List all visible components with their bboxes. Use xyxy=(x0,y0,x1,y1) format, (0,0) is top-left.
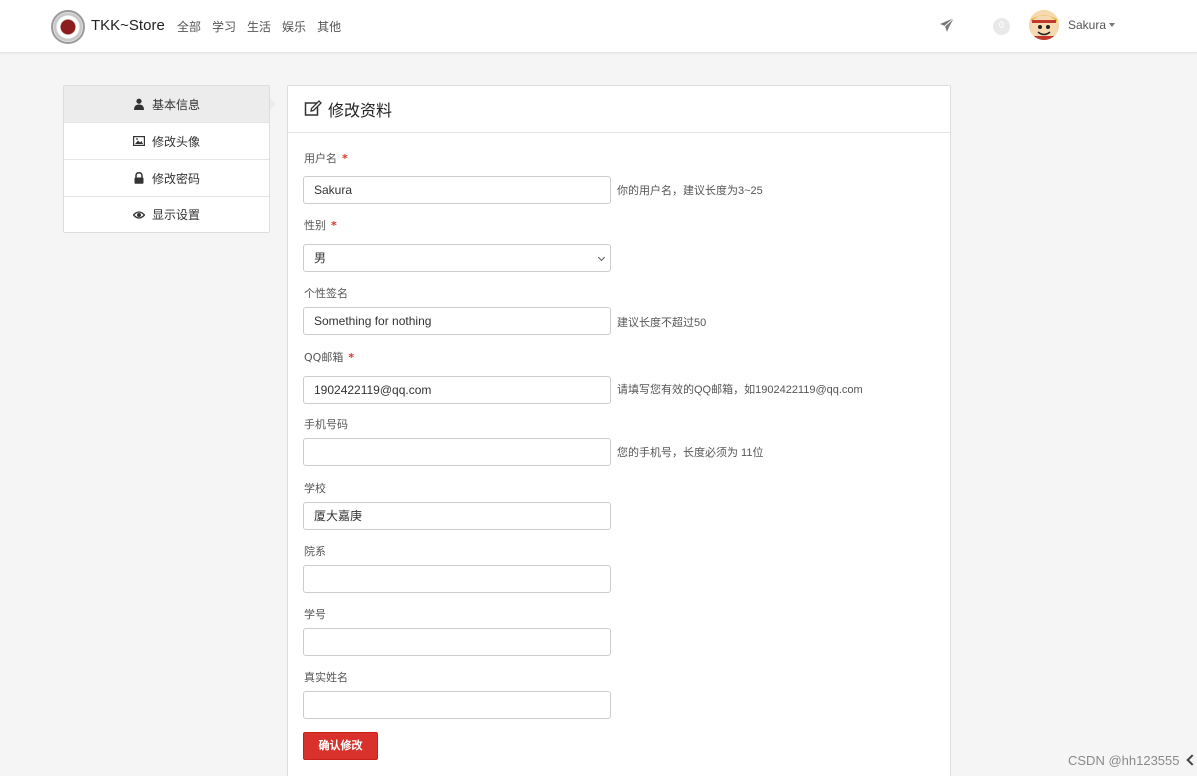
chevron-down-icon xyxy=(597,253,606,262)
notification-badge[interactable]: 0 xyxy=(993,18,1010,35)
qq-email-label-text: QQ邮箱 xyxy=(304,351,344,364)
school-label: 学校 xyxy=(304,482,326,495)
sidebar-item-label: 修改密码 xyxy=(151,171,200,186)
nav-link-other[interactable]: 其他 xyxy=(317,18,341,35)
username-menu[interactable]: Sakura xyxy=(1068,18,1106,32)
nav-link-entertainment[interactable]: 娱乐 xyxy=(282,18,306,35)
qq-email-label: QQ邮箱 * xyxy=(304,349,354,365)
nav-link-study[interactable]: 学习 xyxy=(212,18,236,35)
nav-link-life[interactable]: 生活 xyxy=(247,18,271,35)
username-label: 用户名 * xyxy=(304,150,348,166)
sidebar-item-avatar[interactable]: 修改头像 xyxy=(64,123,269,160)
paper-plane-icon[interactable] xyxy=(939,17,955,33)
user-avatar[interactable] xyxy=(1029,10,1059,40)
gender-label: 性别 * xyxy=(304,217,337,233)
top-navbar: TKK~Store 全部 学习 生活 娱乐 其他 0 Sakura xyxy=(0,0,1197,53)
username-input[interactable]: Sakura xyxy=(303,176,611,204)
edit-icon xyxy=(304,100,322,116)
settings-sidebar: 基本信息 修改头像 修改密码 显示设置 xyxy=(63,85,276,233)
department-label: 院系 xyxy=(304,545,326,558)
required-mark: * xyxy=(342,152,348,165)
panel-header: 修改资料 xyxy=(288,86,950,133)
phone-help: 您的手机号，长度必须为 11位 xyxy=(617,447,764,459)
lock-icon xyxy=(134,172,144,184)
qq-email-help: 请填写您有效的QQ邮箱，如1902422119@qq.com xyxy=(617,384,863,396)
username-help: 你的用户名，建议长度为3~25 xyxy=(617,185,763,197)
username-label-text: 用户名 xyxy=(304,152,337,165)
sidebar-item-basic-info[interactable]: 基本信息 xyxy=(64,86,276,123)
confirm-edit-button[interactable]: 确认修改 xyxy=(303,732,378,760)
real-name-label: 真实姓名 xyxy=(304,671,348,684)
signature-label: 个性签名 xyxy=(304,287,348,300)
school-input[interactable]: 厦大嘉庚 xyxy=(303,502,611,530)
nav-links: 全部 学习 生活 娱乐 其他 xyxy=(177,18,341,35)
chevron-down-icon[interactable] xyxy=(1109,23,1115,27)
gender-label-text: 性别 xyxy=(304,219,326,232)
signature-help: 建议长度不超过50 xyxy=(617,317,707,329)
qq-email-input[interactable]: 1902422119@qq.com xyxy=(303,376,611,404)
brand-name[interactable]: TKK~Store xyxy=(91,17,165,34)
sidebar-item-label: 基本信息 xyxy=(151,97,200,112)
chevron-left-icon[interactable] xyxy=(1186,754,1197,766)
page-title: 修改资料 xyxy=(328,101,393,120)
gender-selected-value: 男 xyxy=(314,251,327,265)
department-input[interactable] xyxy=(303,565,611,593)
phone-input[interactable] xyxy=(303,438,611,466)
gender-select[interactable]: 男 xyxy=(303,244,611,272)
required-mark: * xyxy=(331,219,337,232)
edit-profile-panel: 修改资料 用户名 * Sakura 你的用户名，建议长度为3~25 性别 * 男 个… xyxy=(287,85,951,776)
nav-link-all[interactable]: 全部 xyxy=(177,18,201,35)
signature-input[interactable]: Something for nothing xyxy=(303,307,611,335)
avatar-image xyxy=(1029,10,1059,40)
site-logo[interactable] xyxy=(51,10,85,44)
sidebar-item-label: 显示设置 xyxy=(151,208,200,222)
phone-label: 手机号码 xyxy=(304,418,348,431)
sidebar-item-password[interactable]: 修改密码 xyxy=(64,160,269,197)
csdn-watermark: CSDN @hh123555 xyxy=(1068,753,1180,768)
required-mark: * xyxy=(348,351,355,364)
sidebar-item-display[interactable]: 显示设置 xyxy=(64,197,269,232)
real-name-input[interactable] xyxy=(303,691,611,719)
student-id-label: 学号 xyxy=(304,608,326,621)
student-id-input[interactable] xyxy=(303,628,611,656)
eye-icon xyxy=(132,210,145,219)
sidebar-item-label: 修改头像 xyxy=(151,134,200,149)
user-icon xyxy=(133,98,144,110)
image-icon xyxy=(132,136,145,147)
